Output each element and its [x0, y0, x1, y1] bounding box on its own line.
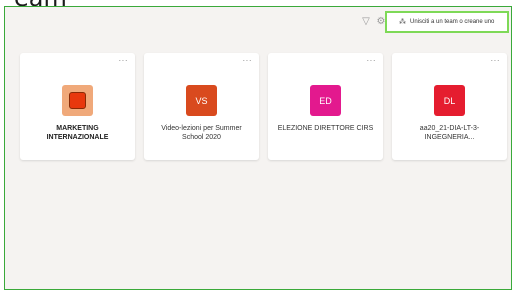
more-options-icon[interactable]: ···: [367, 56, 377, 65]
team-avatar: [62, 85, 93, 116]
more-options-icon[interactable]: ···: [491, 56, 501, 65]
join-or-create-team-button[interactable]: ⁂ Unisciti a un team o creane uno: [385, 11, 509, 33]
teams-toolbar: ▽ ⚙ ⁂ Unisciti a un team o creane uno: [5, 7, 511, 41]
team-card[interactable]: ··· MARKETING INTERNAZIONALE: [20, 53, 135, 160]
team-card[interactable]: ··· ED ELEZIONE DIRETTORE CIRS: [268, 53, 383, 160]
team-avatar: DL: [434, 85, 465, 116]
team-logo-icon: [69, 92, 86, 109]
more-options-icon[interactable]: ···: [243, 56, 253, 65]
filter-icon[interactable]: ▽: [360, 16, 372, 28]
team-avatar: VS: [186, 85, 217, 116]
join-or-create-team-label: Unisciti a un team o creane uno: [410, 19, 495, 25]
team-card[interactable]: ··· DL aa20_21-DIA-LT-3-INGEGNERIA...: [392, 53, 507, 160]
teams-panel: ▽ ⚙ ⁂ Unisciti a un team o creane uno ··…: [4, 6, 512, 290]
team-name: aa20_21-DIA-LT-3-INGEGNERIA...: [419, 125, 480, 141]
people-add-icon: ⁂: [399, 19, 406, 26]
more-options-icon[interactable]: ···: [119, 56, 129, 65]
team-name: ELEZIONE DIRETTORE CIRS: [277, 125, 374, 132]
team-name: MARKETING INTERNAZIONALE: [46, 125, 109, 141]
team-card[interactable]: ··· VS Video-lezioni per Summer School 2…: [144, 53, 259, 160]
team-name: Video-lezioni per Summer School 2020: [161, 125, 242, 141]
team-avatar: ED: [310, 85, 341, 116]
